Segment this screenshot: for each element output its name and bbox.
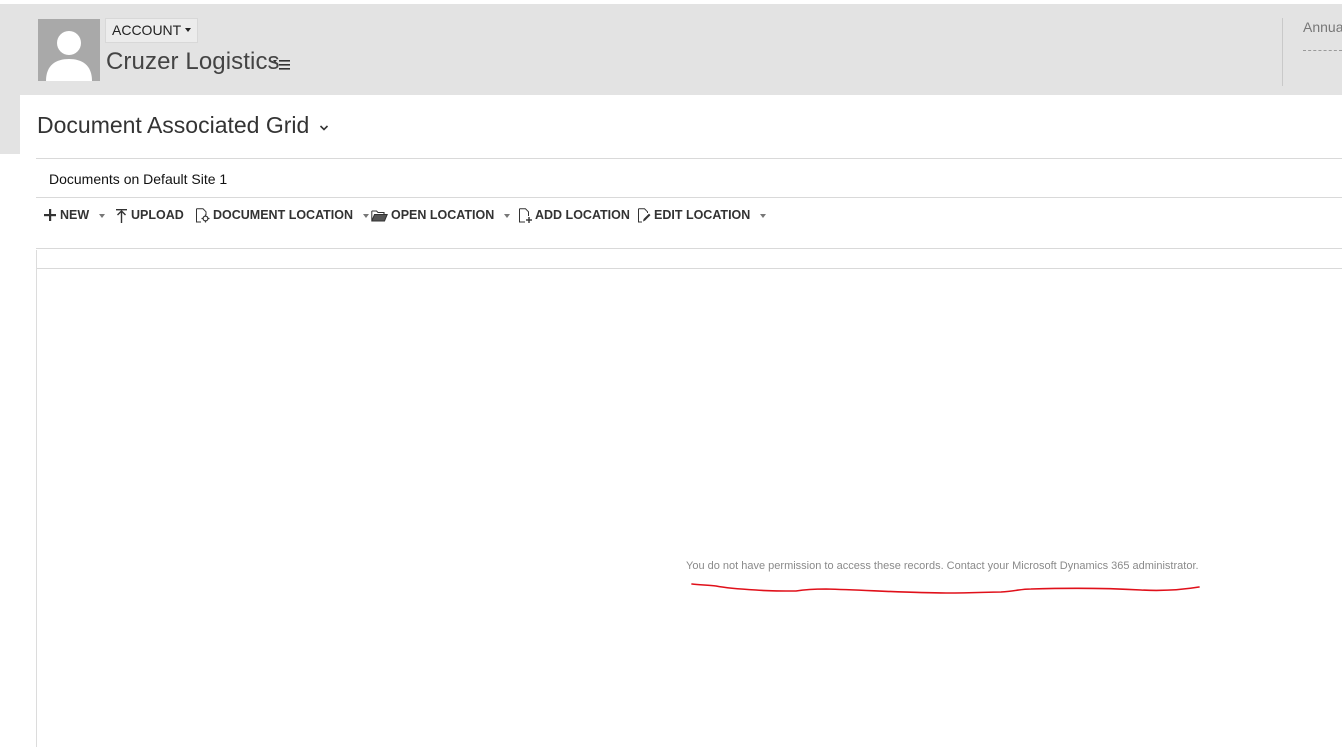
header-field-label: Annua xyxy=(1303,19,1342,35)
document-gear-icon xyxy=(196,207,210,222)
header-divider xyxy=(1282,18,1283,86)
divider xyxy=(36,197,1342,198)
record-header: ACCOUNT Cruzer Logistics Annua xyxy=(0,4,1342,95)
person-silhouette-icon xyxy=(46,31,92,81)
command-bar: NEW UPLOAD DOCUMENT LOCATION OPEN LOCATI… xyxy=(43,205,767,225)
grid-column-header xyxy=(36,248,1342,269)
plus-icon xyxy=(44,209,56,221)
grid-view-selector[interactable]: Document Associated Grid xyxy=(37,112,329,139)
upload-arrow-icon xyxy=(116,208,127,223)
chevron-down-icon xyxy=(320,124,329,131)
grid-title: Document Associated Grid xyxy=(37,112,310,138)
caret-down-icon xyxy=(363,213,370,218)
caret-down-icon xyxy=(185,27,192,32)
record-title: Cruzer Logistics xyxy=(106,48,280,75)
add-location-button[interactable]: ADD LOCATION xyxy=(518,205,637,225)
header-field-empty-value[interactable] xyxy=(1303,50,1342,51)
open-location-label: OPEN LOCATION xyxy=(391,208,495,222)
caret-down-icon xyxy=(99,213,106,218)
upload-button[interactable]: UPLOAD xyxy=(115,205,195,225)
edit-location-label: EDIT LOCATION xyxy=(654,208,751,222)
upload-label: UPLOAD xyxy=(131,208,184,222)
caret-down-icon xyxy=(760,213,767,218)
new-label: NEW xyxy=(60,208,90,222)
document-edit-icon xyxy=(638,207,651,222)
document-location-label: Documents on Default Site 1 xyxy=(49,171,228,187)
folder-open-icon xyxy=(371,209,388,221)
open-location-button[interactable]: OPEN LOCATION xyxy=(371,205,518,225)
left-nav-strip xyxy=(0,95,20,154)
permission-error-message: You do not have permission to access the… xyxy=(686,560,1199,572)
new-button[interactable]: NEW xyxy=(43,205,115,225)
red-underline-annotation xyxy=(691,583,1200,594)
entity-type-label: ACCOUNT xyxy=(112,22,182,38)
record-menu-icon[interactable] xyxy=(273,58,291,72)
document-add-icon xyxy=(519,207,532,223)
avatar xyxy=(38,19,100,81)
edit-location-button[interactable]: EDIT LOCATION xyxy=(637,205,767,225)
divider xyxy=(36,158,1342,159)
document-location-label: DOCUMENT LOCATION xyxy=(213,208,354,222)
grid-left-border xyxy=(36,250,37,747)
add-location-label: ADD LOCATION xyxy=(535,208,630,222)
document-location-button[interactable]: DOCUMENT LOCATION xyxy=(195,205,371,225)
caret-down-icon xyxy=(504,213,511,218)
entity-type-dropdown[interactable]: ACCOUNT xyxy=(105,18,199,43)
